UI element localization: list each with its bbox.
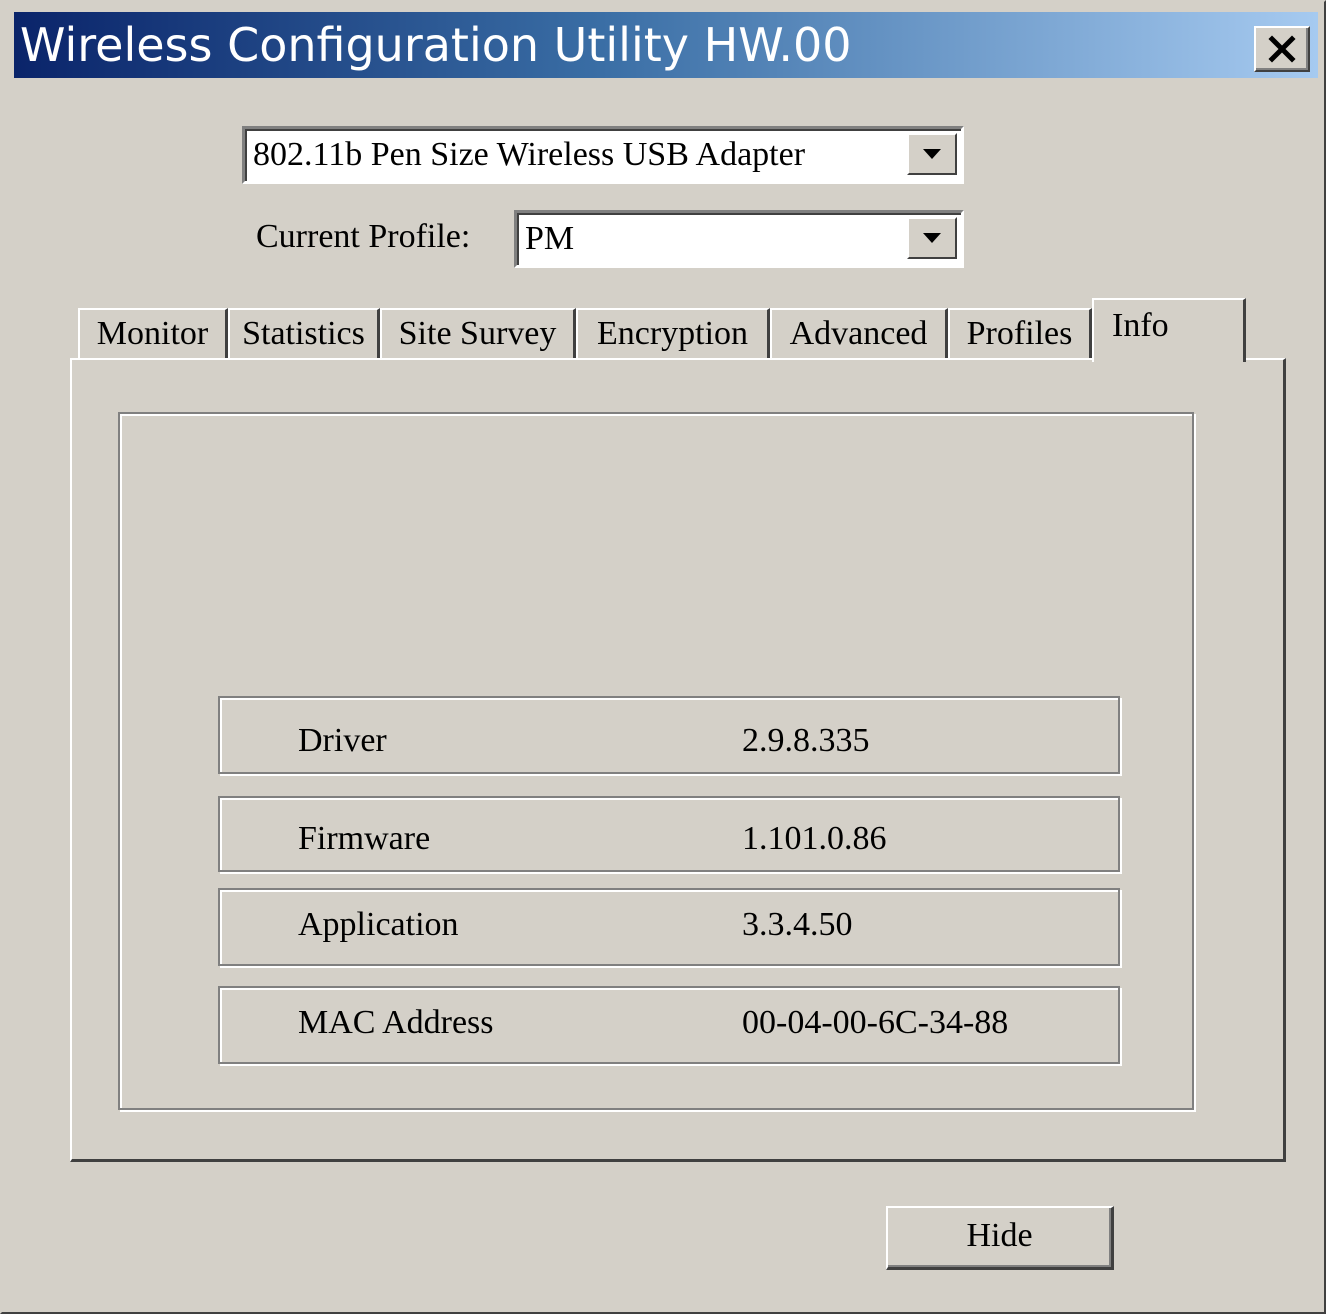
tab-statistics[interactable]: Statistics [228, 308, 380, 360]
info-value: 3.3.4.50 [742, 906, 853, 943]
window-title: Wireless Configuration Utility HW.00 [20, 18, 852, 72]
info-key: MAC Address [298, 1004, 494, 1041]
info-row-mac-address: MAC Address 00-04-00-6C-34-88 [218, 986, 1120, 1064]
info-value: 1.101.0.86 [742, 820, 887, 857]
tab-info[interactable]: Info [1092, 298, 1246, 362]
tab-encryption[interactable]: Encryption [576, 308, 770, 360]
info-key: Application [298, 906, 459, 943]
adapter-select[interactable]: 802.11b Pen Size Wireless USB Adapter [242, 126, 964, 184]
adapter-dropdown-button[interactable] [907, 133, 957, 175]
info-key: Driver [298, 722, 387, 759]
title-bar[interactable]: Wireless Configuration Utility HW.00 [14, 12, 1318, 78]
info-row-driver: Driver 2.9.8.335 [218, 696, 1120, 774]
close-icon [1268, 35, 1296, 63]
app-window: Wireless Configuration Utility HW.00 802… [0, 0, 1326, 1314]
profile-dropdown-button[interactable] [907, 217, 957, 259]
info-tab-panel: Driver 2.9.8.335 Firmware 1.101.0.86 App… [70, 358, 1286, 1162]
info-row-firmware: Firmware 1.101.0.86 [218, 796, 1120, 872]
profile-select[interactable]: PM [514, 210, 964, 268]
chevron-down-icon [923, 233, 941, 243]
close-button[interactable] [1254, 26, 1310, 72]
adapter-select-value: 802.11b Pen Size Wireless USB Adapter [253, 136, 806, 173]
tab-profiles[interactable]: Profiles [948, 308, 1092, 360]
hide-button[interactable]: Hide [886, 1206, 1114, 1270]
info-value: 2.9.8.335 [742, 722, 870, 759]
current-profile-label: Current Profile: [256, 218, 471, 255]
tab-advanced[interactable]: Advanced [770, 308, 948, 360]
tab-monitor[interactable]: Monitor [78, 308, 228, 360]
tab-site-survey[interactable]: Site Survey [380, 308, 576, 360]
chevron-down-icon [923, 149, 941, 159]
info-group-box: Driver 2.9.8.335 Firmware 1.101.0.86 App… [118, 412, 1194, 1110]
info-key: Firmware [298, 820, 431, 857]
profile-select-value: PM [525, 220, 575, 257]
info-row-application: Application 3.3.4.50 [218, 888, 1120, 966]
info-value: 00-04-00-6C-34-88 [742, 1004, 1009, 1041]
